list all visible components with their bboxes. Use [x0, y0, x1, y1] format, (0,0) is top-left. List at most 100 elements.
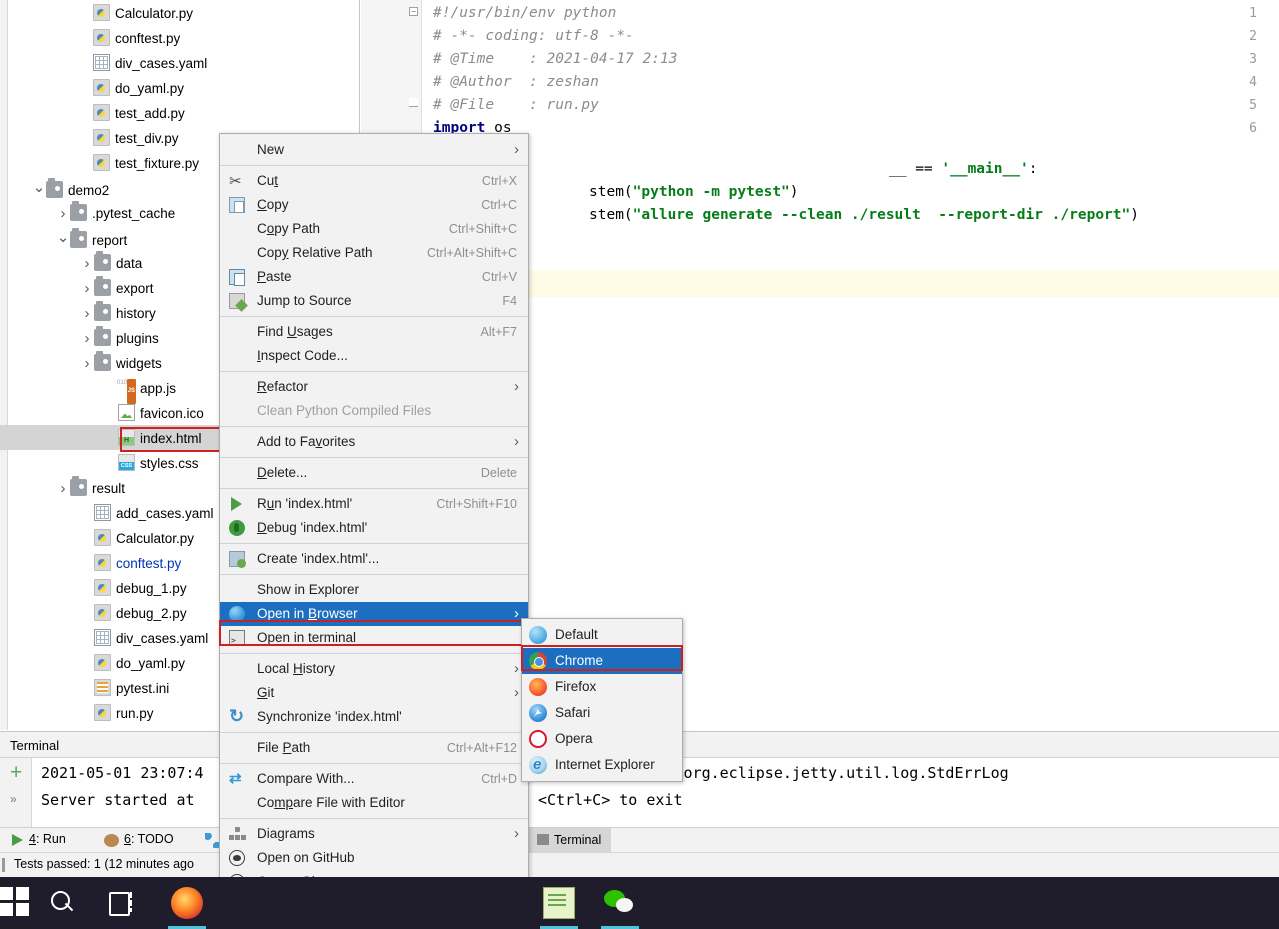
tool-window-bar[interactable]: 4: Run 6: TODO Terminal [0, 827, 1279, 853]
tree-item-label: test_add.py [115, 105, 185, 121]
menu-separator [220, 457, 528, 458]
menu-item-cut[interactable]: Cut Ctrl+X [220, 169, 528, 194]
menu-item-copy[interactable]: Copy Ctrl+C [220, 193, 528, 217]
chevron-down-icon[interactable]: ⌄ [56, 225, 70, 250]
menu-item-shortcut: Ctrl+V [481, 270, 517, 284]
chevron-right-icon[interactable]: › [56, 476, 70, 501]
windows-start-icon[interactable] [0, 887, 29, 916]
chevron-right-icon[interactable]: › [80, 276, 94, 301]
browser-item-safari[interactable]: Safari [522, 700, 682, 726]
browser-submenu[interactable]: Default Chrome Firefox Safari Opera Internet … [521, 618, 683, 782]
tree-item-test-add-py[interactable]: test_add.py [0, 100, 359, 125]
chevron-down-icon[interactable]: ⌄ [32, 175, 46, 200]
yaml-file-icon [94, 629, 111, 646]
menu-item-git[interactable]: Git › [220, 681, 528, 705]
menu-separator [220, 371, 528, 372]
menu-item-shortcut: Ctrl+X [481, 174, 517, 188]
version-control-icon[interactable] [205, 833, 219, 848]
chevron-right-icon[interactable]: › [80, 301, 94, 326]
menu-item-copy-relative-path[interactable]: Copy Relative Path Ctrl+Alt+Shift+C [220, 241, 528, 265]
notepad-icon[interactable] [543, 887, 575, 919]
tree-item-calculator-py[interactable]: Calculator.py [0, 0, 359, 25]
menu-item-diagrams[interactable]: Diagrams › [220, 822, 528, 846]
terminal-line-2-right: <Ctrl+C> to exit [538, 791, 683, 809]
browser-item-internet-explorer[interactable]: Internet Explorer [522, 752, 682, 778]
run-icon [12, 834, 23, 846]
chevron-right-icon: › [514, 825, 519, 842]
menu-item-compare-file-with-editor[interactable]: Compare File with Editor [220, 791, 528, 815]
run-shortcut-number: 4 [29, 832, 36, 846]
chevron-right-icon[interactable]: › [80, 251, 94, 276]
chevron-right-icon[interactable]: › [80, 326, 94, 351]
menu-item-debug-index-html[interactable]: Debug 'index.html' [220, 516, 528, 540]
menu-item-label: Paste [257, 269, 292, 284]
code-text: __ == [889, 161, 942, 177]
menu-item-label: Compare With... [257, 771, 355, 786]
code-string: '__main__' [941, 161, 1029, 177]
menu-item-local-history[interactable]: Local History › [220, 657, 528, 681]
menu-item-add-to-favorites[interactable]: Add to Favorites › [220, 430, 528, 454]
menu-item-new[interactable]: New › [220, 138, 528, 162]
tree-item-do-yaml-py[interactable]: do_yaml.py [0, 75, 359, 100]
tree-item-label: test_div.py [115, 130, 179, 146]
search-icon[interactable] [47, 887, 79, 919]
code-text: : [1028, 161, 1038, 177]
tree-item-label: app.js [140, 380, 177, 396]
code-text: ) [789, 184, 799, 200]
menu-item-delete[interactable]: Delete... Delete [220, 461, 528, 485]
menu-item-label: Local History [257, 661, 336, 676]
chevron-right-icon[interactable]: › [80, 351, 94, 376]
menu-item-shortcut: Ctrl+Shift+F10 [436, 497, 517, 511]
internet-explorer-icon [529, 752, 547, 778]
tool-window-run[interactable]: 4: Run [29, 832, 66, 846]
tree-item-div-cases-yaml[interactable]: div_cases.yaml [0, 50, 359, 75]
tree-item-conftest-py[interactable]: conftest.py [0, 25, 359, 50]
browser-item-opera[interactable]: Opera [522, 726, 682, 752]
create-config-icon [229, 551, 246, 568]
chevron-double-right-icon[interactable]: » [10, 792, 17, 806]
menu-item-open-on-github[interactable]: Open on GitHub [220, 846, 528, 870]
menu-item-run-index-html[interactable]: Run 'index.html' Ctrl+Shift+F10 [220, 492, 528, 516]
firefox-icon[interactable] [171, 887, 203, 919]
menu-item-inspect-code[interactable]: Inspect Code... [220, 344, 528, 368]
task-view-icon[interactable] [107, 887, 139, 919]
code-line: # -*- coding: utf-8 -*- [433, 28, 634, 44]
menu-item-copy-path[interactable]: Copy Path Ctrl+Shift+C [220, 217, 528, 241]
python-file-icon [94, 604, 111, 621]
code-main-guard: __ == '__main__': [889, 161, 1037, 177]
add-icon[interactable]: + [10, 762, 22, 783]
menu-item-label: Find Usages [257, 324, 333, 339]
html-file-icon [118, 429, 135, 446]
terminal-line-2: Server started at [41, 791, 195, 809]
context-menu[interactable]: New › Cut Ctrl+X Copy Ctrl+C Copy Path Ctrl+Shi… [219, 133, 529, 895]
menu-item-shortcut: Ctrl+Shift+C [448, 222, 517, 236]
browser-item-chrome[interactable]: Chrome [522, 648, 682, 674]
menu-item-shortcut: Delete [480, 466, 517, 480]
tool-window-todo[interactable]: 6: TODO [124, 832, 174, 846]
menu-item-refactor[interactable]: Refactor › [220, 375, 528, 399]
menu-item-synchronize-index-html[interactable]: Synchronize 'index.html' [220, 704, 528, 729]
menu-item-find-usages[interactable]: Find Usages Alt+F7 [220, 320, 528, 344]
editor-code[interactable]: #!/usr/bin/env python # -*- coding: utf-8… [423, 0, 1279, 700]
menu-item-label: Clean Python Compiled Files [257, 403, 432, 418]
screen: 123456 − #!/usr/bin/env python # -*- codi… [0, 0, 1279, 929]
menu-item-compare-with[interactable]: Compare With... Ctrl+D [220, 767, 528, 791]
browser-item-default[interactable]: Default [522, 622, 682, 648]
menu-item-open-in-browser[interactable]: Open in Browser › [220, 602, 528, 626]
tree-item-label: pytest.ini [116, 680, 170, 696]
menu-item-paste[interactable]: Paste Ctrl+V [220, 265, 528, 289]
tree-item-label: do_yaml.py [115, 80, 185, 96]
chevron-right-icon[interactable]: › [56, 201, 70, 226]
fold-marker-open[interactable]: − [409, 7, 418, 16]
menu-item-show-in-explorer[interactable]: Show in Explorer [220, 578, 528, 602]
fold-marker-close[interactable] [409, 98, 418, 107]
menu-item-jump-to-source[interactable]: Jump to Source F4 [220, 289, 528, 313]
taskbar[interactable] [0, 877, 1279, 929]
browser-item-firefox[interactable]: Firefox [522, 674, 682, 700]
wechat-icon[interactable] [604, 887, 636, 919]
yaml-file-icon [94, 504, 111, 521]
menu-item-create-index-html[interactable]: Create 'index.html'... [220, 547, 528, 571]
menu-item-open-in-terminal[interactable]: Open in terminal [220, 626, 528, 653]
menu-item-file-path[interactable]: File Path Ctrl+Alt+F12 [220, 736, 528, 760]
terminal-tab[interactable]: Terminal [527, 828, 612, 853]
